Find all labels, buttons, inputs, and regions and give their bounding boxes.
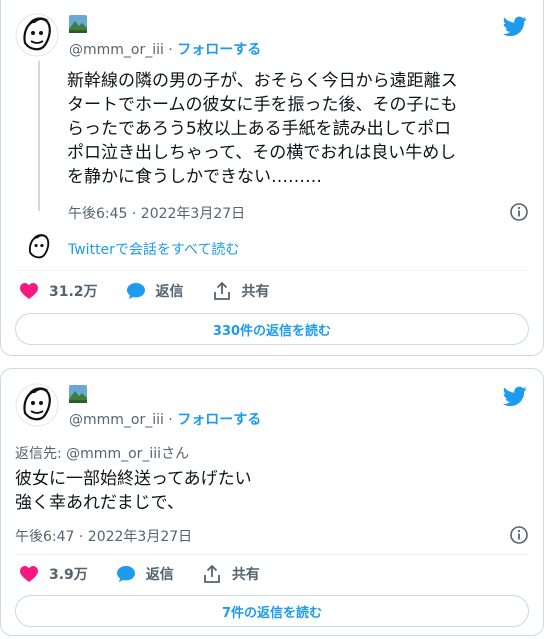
tweet-card-1: @mmm_or_iii · フォローする 新幹線の隣の男の子が、おそらく今日から… <box>0 0 544 356</box>
avatar[interactable] <box>15 13 59 57</box>
heart-icon <box>20 566 38 582</box>
user-handle[interactable]: @mmm_or_iii <box>69 412 164 428</box>
share-icon <box>203 564 220 583</box>
read-conversation-link[interactable]: Twitterで会話をすべて読む <box>68 239 239 259</box>
twitter-bird-icon[interactable] <box>503 14 527 38</box>
like-button[interactable]: 31.2万 <box>19 281 98 301</box>
thread-line <box>38 61 40 211</box>
tweet-timestamp[interactable]: 午後6:45 · 2022年3月27日 <box>68 203 245 223</box>
like-count: 31.2万 <box>49 284 98 300</box>
separator: · <box>168 42 173 58</box>
reply-to-prefix: 返信先: <box>15 446 67 462</box>
user-handle[interactable]: @mmm_or_iii <box>69 42 164 58</box>
reply-label: 返信 <box>145 567 174 583</box>
heart-icon <box>20 283 38 299</box>
landscape-emoji-icon <box>69 385 87 403</box>
reply-bubble-icon <box>116 566 135 582</box>
like-count: 3.9万 <box>49 567 88 583</box>
share-label: 共有 <box>231 567 260 583</box>
twitter-bird-icon[interactable] <box>503 384 527 408</box>
divider <box>15 270 529 271</box>
display-name[interactable] <box>69 15 87 33</box>
action-bar: 31.2万 返信 共有 <box>19 281 298 301</box>
reply-button[interactable]: 返信 <box>126 281 184 301</box>
divider <box>15 554 529 555</box>
separator: · <box>168 412 173 428</box>
tweet-text: 彼女に一部始終送ってあげたい 強く幸あれだまじで、 <box>15 469 252 513</box>
share-button[interactable]: 共有 <box>212 281 270 301</box>
replying-to: 返信先: @mmm_or_iiiさん <box>15 443 189 463</box>
handle-row: @mmm_or_iii · フォローする <box>69 39 261 59</box>
tweet-text: 新幹線の隣の男の子が、おそらく今日から遠距離ス タートでホームの彼女に手を振った… <box>67 71 458 187</box>
reply-to-handle[interactable]: @mmm_or_iii <box>66 446 161 462</box>
share-icon <box>213 281 230 300</box>
avatar[interactable] <box>15 383 59 427</box>
follow-button[interactable]: フォローする <box>177 42 261 58</box>
avatar-small[interactable] <box>23 231 55 263</box>
landscape-emoji-icon <box>69 15 87 33</box>
reply-bubble-icon <box>126 283 145 299</box>
info-icon[interactable] <box>509 525 529 545</box>
read-replies-button[interactable]: 330件の返信を読む <box>15 313 529 345</box>
action-bar: 3.9万 返信 共有 <box>19 564 288 584</box>
reply-label: 返信 <box>155 284 184 300</box>
share-button[interactable]: 共有 <box>202 564 260 584</box>
tweet-timestamp[interactable]: 午後6:47 · 2022年3月27日 <box>15 526 192 546</box>
share-label: 共有 <box>241 284 270 300</box>
follow-button[interactable]: フォローする <box>177 412 261 428</box>
display-name[interactable] <box>69 385 87 403</box>
info-icon[interactable] <box>509 202 529 222</box>
tweet-card-2: @mmm_or_iii · フォローする 返信先: @mmm_or_iiiさん … <box>0 368 544 636</box>
read-replies-button[interactable]: 7件の返信を読む <box>15 595 529 627</box>
like-button[interactable]: 3.9万 <box>19 564 88 584</box>
handle-row: @mmm_or_iii · フォローする <box>69 409 261 429</box>
reply-button[interactable]: 返信 <box>116 564 174 584</box>
reply-to-suffix: さん <box>161 446 190 462</box>
